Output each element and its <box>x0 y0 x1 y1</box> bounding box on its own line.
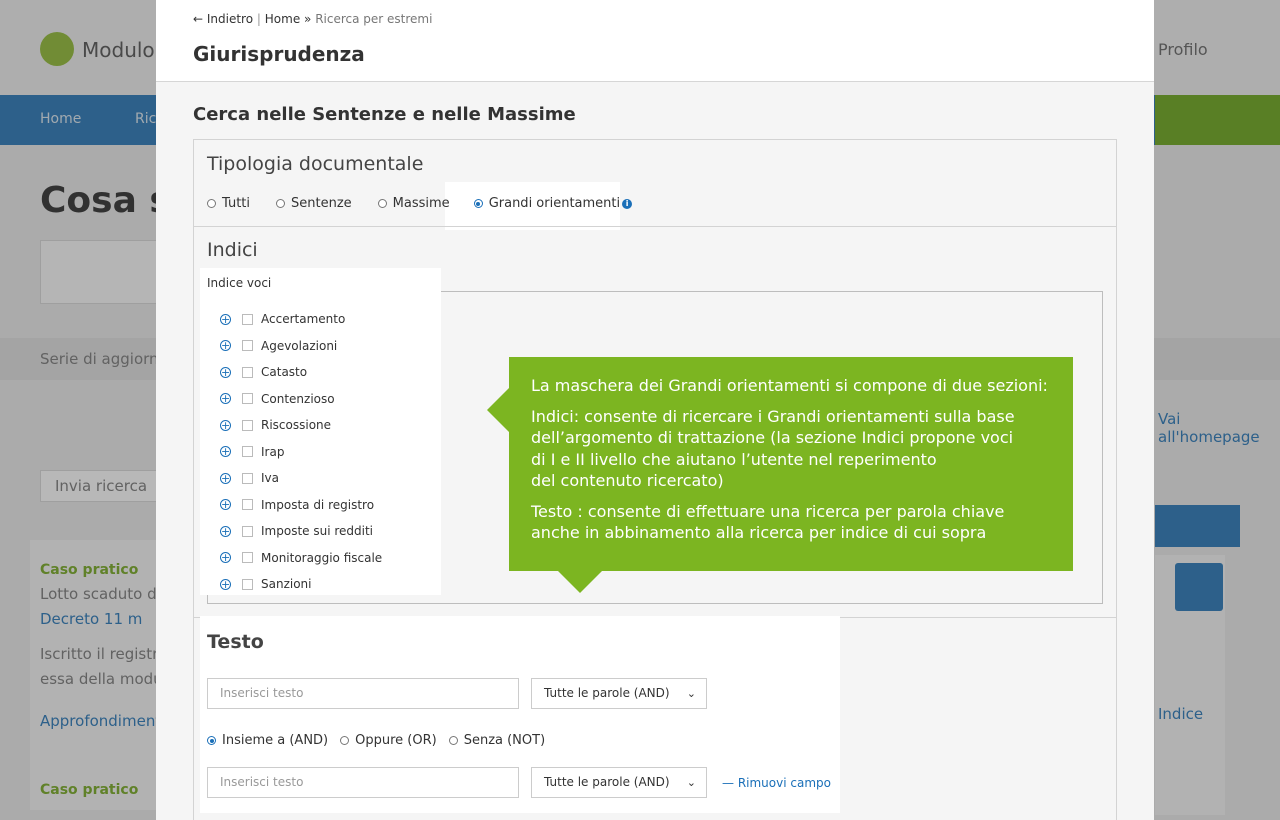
tree-item-label: Agevolazioni <box>261 338 338 353</box>
expand-plus-icon[interactable]: + <box>220 552 231 564</box>
testo-input-1[interactable]: Inserisci testo <box>207 678 519 709</box>
checkbox[interactable] <box>242 552 253 564</box>
indici-title: Indici <box>207 239 258 261</box>
tree-item-label: Imposta di registro <box>261 497 375 512</box>
expand-plus-icon[interactable]: + <box>220 472 231 484</box>
radio-dot-selected-icon <box>207 736 216 745</box>
expand-plus-icon[interactable]: + <box>220 419 231 431</box>
expand-plus-icon[interactable]: + <box>220 340 231 352</box>
radio-dot-icon <box>276 199 286 208</box>
tree-item-imposte-sui-redditi[interactable]: + Imposte sui redditi <box>220 518 382 545</box>
tree-item-label: Contenzioso <box>261 391 335 406</box>
expand-plus-icon[interactable]: + <box>220 525 231 537</box>
radio-grandi-orientamenti[interactable]: Grandi orientamenti i <box>473 196 633 211</box>
testo-input-2[interactable]: Inserisci testo <box>207 767 519 798</box>
back-link[interactable]: ← Indietro <box>193 12 253 26</box>
tree-item-label: Accertamento <box>261 312 346 327</box>
radio-dot-icon <box>377 199 387 208</box>
remove-field-link[interactable]: — Rimuovi campo <box>722 776 831 790</box>
checkbox[interactable] <box>242 366 253 378</box>
checkbox[interactable] <box>242 446 253 458</box>
radio-dot-selected-icon <box>473 199 483 208</box>
tree-item-accertamento[interactable]: + Accertamento <box>220 306 382 333</box>
radio-label: Senza (NOT) <box>463 733 546 748</box>
checkbox[interactable] <box>242 499 253 511</box>
tree-item-label: Riscossione <box>261 418 332 433</box>
checkbox[interactable] <box>242 472 253 484</box>
expand-plus-icon[interactable]: + <box>220 393 231 405</box>
tree-item-monitoraggio-fiscale[interactable]: + Monitoraggio fiscale <box>220 545 382 572</box>
tree-item-catasto[interactable]: + Catasto <box>220 359 382 386</box>
chevron-down-icon: ⌄ <box>686 687 696 700</box>
operator-radio-group: Insieme a (AND) Oppure (OR) Senza (NOT) <box>207 733 571 748</box>
tree-item-label: Imposte sui redditi <box>261 524 374 539</box>
radio-or[interactable]: Oppure (OR) <box>340 733 437 748</box>
radio-not[interactable]: Senza (NOT) <box>448 733 546 748</box>
tree-item-label: Sanzioni <box>261 577 312 592</box>
info-icon[interactable]: i <box>622 198 633 209</box>
tree-item-iva[interactable]: + Iva <box>220 465 382 492</box>
home-link[interactable]: Home <box>265 12 300 26</box>
checkbox[interactable] <box>242 313 253 325</box>
breadcrumb: ← Indietro | Home » Ricerca per estremi <box>193 12 433 26</box>
radio-massime[interactable]: Massime <box>377 196 450 211</box>
radio-dot-icon <box>207 199 216 208</box>
radio-and[interactable]: Insieme a (AND) <box>207 733 328 748</box>
tooltip-arrow-left <box>487 388 509 432</box>
tooltip-testo: Testo : consente di effettuare una ricer… <box>531 501 1005 543</box>
select-value: Tutte le parole (AND) <box>544 775 670 789</box>
testo-title: Testo <box>207 631 264 653</box>
section-title: Cerca nelle Sentenze e nelle Massime <box>193 104 576 125</box>
radio-label: Tutti <box>222 196 251 211</box>
tree-item-imposta-di-registro[interactable]: + Imposta di registro <box>220 492 382 519</box>
tree-item-agevolazioni[interactable]: + Agevolazioni <box>220 333 382 360</box>
radio-sentenze[interactable]: Sentenze <box>276 196 352 211</box>
select-value: Tutte le parole (AND) <box>544 686 670 700</box>
divider <box>194 226 1116 227</box>
tipologia-radio-group: Tutti Sentenze Massime Grandi orientamen… <box>207 196 658 211</box>
match-select-2[interactable]: Tutte le parole (AND) ⌄ <box>531 767 707 798</box>
tree-item-contenzioso[interactable]: + Contenzioso <box>220 386 382 413</box>
breadcrumb-separator: » <box>304 12 312 26</box>
checkbox[interactable] <box>242 419 253 431</box>
indice-voci-label: Indice voci <box>207 276 272 290</box>
radio-dot-icon <box>448 736 458 745</box>
expand-plus-icon[interactable]: + <box>220 499 231 511</box>
match-select-1[interactable]: Tutte le parole (AND) ⌄ <box>531 678 707 709</box>
radio-label: Oppure (OR) <box>355 733 437 748</box>
checkbox[interactable] <box>242 393 253 405</box>
radio-label: Sentenze <box>291 196 352 211</box>
expand-plus-icon[interactable]: + <box>220 578 231 590</box>
checkbox[interactable] <box>242 578 253 590</box>
checkbox[interactable] <box>242 340 253 352</box>
tree-item-sanzioni[interactable]: + Sanzioni <box>220 571 382 598</box>
tree-item-riscossione[interactable]: + Riscossione <box>220 412 382 439</box>
tipologia-title: Tipologia documentale <box>207 153 424 175</box>
expand-plus-icon[interactable]: + <box>220 366 231 378</box>
help-tooltip: La maschera dei Grandi orientamenti si c… <box>509 357 1073 571</box>
radio-tutti[interactable]: Tutti <box>207 196 250 211</box>
expand-plus-icon[interactable]: + <box>220 313 231 325</box>
tooltip-arrow-down <box>558 571 602 593</box>
radio-label: Insieme a (AND) <box>222 733 329 748</box>
modal-header: ← Indietro | Home » Ricerca per estremi … <box>156 0 1154 82</box>
tree-item-label: Monitoraggio fiscale <box>261 550 383 565</box>
tooltip-indici: Indici: consente di ricercare i Grandi o… <box>531 406 1015 491</box>
page-title: Giurisprudenza <box>193 42 365 66</box>
expand-plus-icon[interactable]: + <box>220 446 231 458</box>
tooltip-intro: La maschera dei Grandi orientamenti si c… <box>531 376 1048 395</box>
radio-dot-icon <box>340 736 350 745</box>
tree-item-label: Catasto <box>261 365 308 380</box>
radio-label: Massime <box>392 196 450 211</box>
tree-item-irap[interactable]: + Irap <box>220 439 382 466</box>
tree-item-label: Iva <box>261 471 279 486</box>
chevron-down-icon: ⌄ <box>686 776 696 789</box>
indice-tree: + Accertamento + Agevolazioni + Catasto + Co… <box>220 306 382 598</box>
breadcrumb-current: Ricerca per estremi <box>315 12 433 26</box>
tree-item-label: Irap <box>261 444 285 459</box>
checkbox[interactable] <box>242 525 253 537</box>
radio-label: Grandi orientamenti <box>488 196 621 211</box>
